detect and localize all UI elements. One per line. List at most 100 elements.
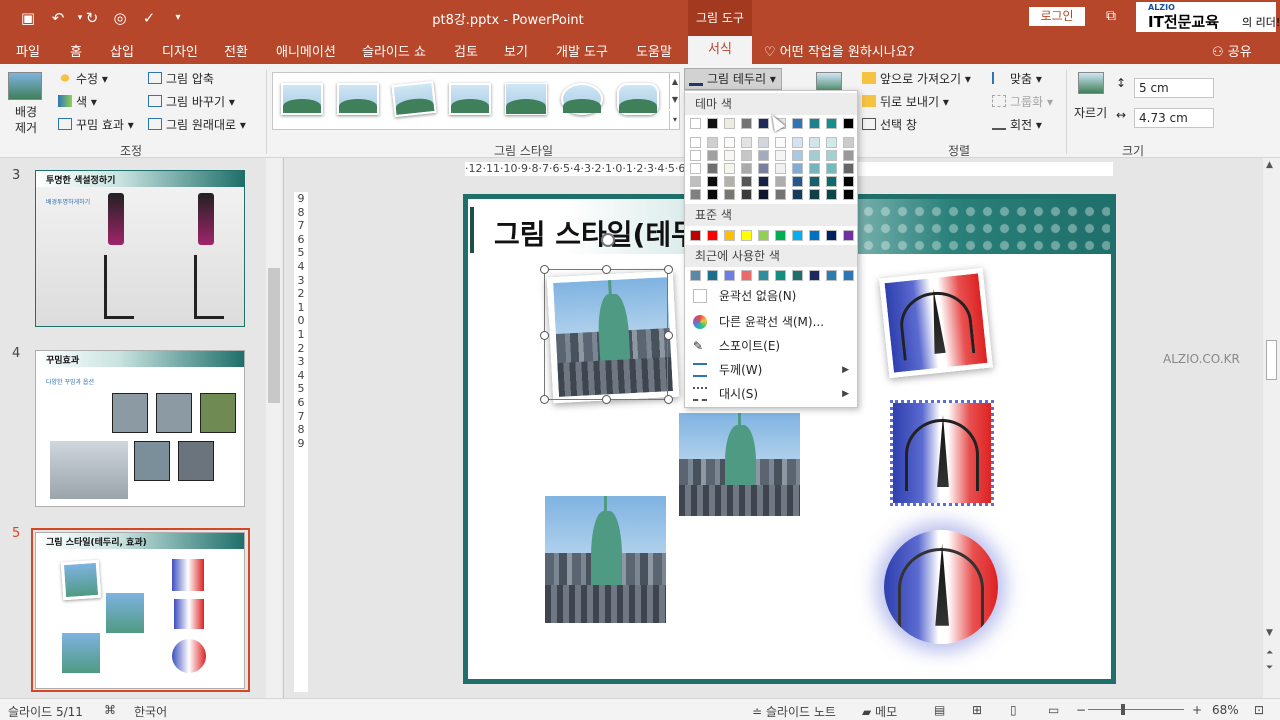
theme-color-shade-swatch[interactable] xyxy=(809,189,820,200)
standard-color-swatch[interactable] xyxy=(741,230,752,241)
theme-color-shade-swatch[interactable] xyxy=(690,137,701,148)
theme-color-shade-swatch[interactable] xyxy=(707,137,718,148)
thumbnails-scrollbar[interactable] xyxy=(266,158,282,698)
theme-color-shade-swatch[interactable] xyxy=(707,189,718,200)
editor-scrollbar[interactable]: ▲ ▼ ⏶ ⏷ xyxy=(1263,158,1280,698)
theme-color-shade-swatch[interactable] xyxy=(843,163,854,174)
tab-home[interactable]: 홈 xyxy=(70,41,82,60)
theme-color-shade-swatch[interactable] xyxy=(758,163,769,174)
theme-color-shade-swatch[interactable] xyxy=(690,150,701,161)
rotate-handle[interactable] xyxy=(601,233,615,247)
style-thumb[interactable] xyxy=(391,80,437,118)
theme-color-swatch[interactable] xyxy=(707,118,718,129)
zoom-slider[interactable] xyxy=(1088,709,1184,710)
reset-picture-button[interactable]: 그림 원래대로 ▾ xyxy=(148,116,246,133)
standard-color-swatch[interactable] xyxy=(792,230,803,241)
normal-view-icon[interactable]: ▤ xyxy=(934,703,945,717)
theme-color-swatch[interactable] xyxy=(843,118,854,129)
change-picture-button[interactable]: 그림 바꾸기 ▾ xyxy=(148,93,235,110)
theme-color-shade-swatch[interactable] xyxy=(843,189,854,200)
theme-color-shade-swatch[interactable] xyxy=(758,176,769,187)
slide-thumbnail-4[interactable]: 꾸밈효과 다양한 꾸밈과 옵션 xyxy=(35,350,245,507)
theme-color-shade-swatch[interactable] xyxy=(809,163,820,174)
more-outline-colors-item[interactable]: 다른 윤곽선 색(M)... xyxy=(685,311,857,333)
theme-color-swatch[interactable] xyxy=(826,118,837,129)
theme-color-shade-swatch[interactable] xyxy=(792,189,803,200)
tab-format[interactable]: 서식 xyxy=(688,36,752,64)
theme-color-shade-swatch[interactable] xyxy=(843,137,854,148)
theme-color-shade-swatch[interactable] xyxy=(792,176,803,187)
theme-color-shade-swatch[interactable] xyxy=(826,150,837,161)
accessibility-icon[interactable]: ⌘ xyxy=(104,703,116,717)
zoom-level[interactable]: 68% xyxy=(1212,703,1239,717)
standard-color-swatch[interactable] xyxy=(809,230,820,241)
align-button[interactable]: 맞춤 ▾ xyxy=(992,70,1042,87)
reading-view-icon[interactable]: ▯ xyxy=(1010,703,1017,717)
theme-color-swatch[interactable] xyxy=(724,118,735,129)
resize-handle[interactable] xyxy=(540,331,549,340)
theme-color-shade-swatch[interactable] xyxy=(741,176,752,187)
tab-developer[interactable]: 개발 도구 xyxy=(556,41,608,60)
corrections-button[interactable]: 수정 ▾ xyxy=(58,70,108,87)
recent-color-swatch[interactable] xyxy=(724,270,735,281)
slide-thumbnail-5[interactable]: 그림 스타일(테두리, 효과) xyxy=(35,532,245,689)
zoom-out-icon[interactable]: − xyxy=(1076,703,1086,717)
height-field[interactable]: 5 cm xyxy=(1134,78,1214,98)
slideshow-view-icon[interactable]: ▭ xyxy=(1048,703,1059,717)
gallery-down-icon[interactable]: ▼ xyxy=(669,91,680,109)
theme-color-shade-swatch[interactable] xyxy=(792,137,803,148)
theme-color-shade-swatch[interactable] xyxy=(843,150,854,161)
resize-handle[interactable] xyxy=(540,395,549,404)
standard-color-swatch[interactable] xyxy=(690,230,701,241)
theme-color-shade-swatch[interactable] xyxy=(809,176,820,187)
theme-color-shade-swatch[interactable] xyxy=(741,137,752,148)
theme-color-swatch[interactable] xyxy=(690,118,701,129)
theme-color-shade-swatch[interactable] xyxy=(826,163,837,174)
standard-color-swatch[interactable] xyxy=(843,230,854,241)
theme-color-swatch[interactable] xyxy=(741,118,752,129)
theme-color-shade-swatch[interactable] xyxy=(707,176,718,187)
recent-color-swatch[interactable] xyxy=(775,270,786,281)
resize-handle[interactable] xyxy=(602,395,611,404)
scroll-down-icon[interactable]: ▼ xyxy=(1266,628,1273,638)
recent-color-swatch[interactable] xyxy=(809,270,820,281)
group-button[interactable]: 그룹화 ▾ xyxy=(992,93,1053,110)
theme-color-shade-swatch[interactable] xyxy=(690,163,701,174)
bring-forward-button[interactable]: 앞으로 가져오기 ▾ xyxy=(862,70,971,87)
recent-color-swatch[interactable] xyxy=(690,270,701,281)
scroll-up-icon[interactable]: ▲ xyxy=(1266,160,1273,170)
eyedropper-item[interactable]: ✎ 스포이트(E) xyxy=(685,335,857,357)
theme-color-shade-swatch[interactable] xyxy=(758,137,769,148)
send-backward-button[interactable]: 뒤로 보내기 ▾ xyxy=(862,93,949,110)
tab-file[interactable]: 파일 xyxy=(16,41,40,60)
style-thumb[interactable] xyxy=(337,83,379,115)
artistic-effects-button[interactable]: 꾸밈 효과 ▾ xyxy=(58,116,134,133)
theme-color-swatch[interactable] xyxy=(809,118,820,129)
weight-item[interactable]: 두께(W) ▶ xyxy=(685,359,857,381)
style-thumb[interactable] xyxy=(561,83,603,115)
recent-color-swatch[interactable] xyxy=(843,270,854,281)
scrollbar-thumb[interactable] xyxy=(268,268,280,403)
gallery-more-icon[interactable]: ▾ xyxy=(669,111,680,129)
width-field[interactable]: 4.73 cm xyxy=(1134,108,1214,128)
no-outline-item[interactable]: 윤곽선 없음(N) xyxy=(685,285,857,307)
recent-color-swatch[interactable] xyxy=(741,270,752,281)
theme-color-shade-swatch[interactable] xyxy=(724,150,735,161)
theme-color-shade-swatch[interactable] xyxy=(724,137,735,148)
resize-handle[interactable] xyxy=(540,265,549,274)
next-slide-icon[interactable]: ⏷ xyxy=(1266,663,1273,673)
style-thumb[interactable] xyxy=(505,83,547,115)
theme-color-shade-swatch[interactable] xyxy=(775,176,786,187)
rotate-button[interactable]: 회전 ▾ xyxy=(992,116,1042,133)
crop-icon[interactable] xyxy=(1078,72,1104,94)
standard-color-swatch[interactable] xyxy=(724,230,735,241)
statue-picture[interactable] xyxy=(679,413,800,516)
recent-color-swatch[interactable] xyxy=(707,270,718,281)
tab-slideshow[interactable]: 슬라이드 쇼 xyxy=(362,41,426,60)
theme-color-shade-swatch[interactable] xyxy=(758,189,769,200)
style-thumb[interactable] xyxy=(281,83,323,115)
theme-color-shade-swatch[interactable] xyxy=(741,189,752,200)
language-indicator[interactable]: 한국어 xyxy=(134,703,167,720)
statue-picture[interactable] xyxy=(545,496,666,623)
fit-to-window-icon[interactable]: ⊡ xyxy=(1254,703,1264,717)
